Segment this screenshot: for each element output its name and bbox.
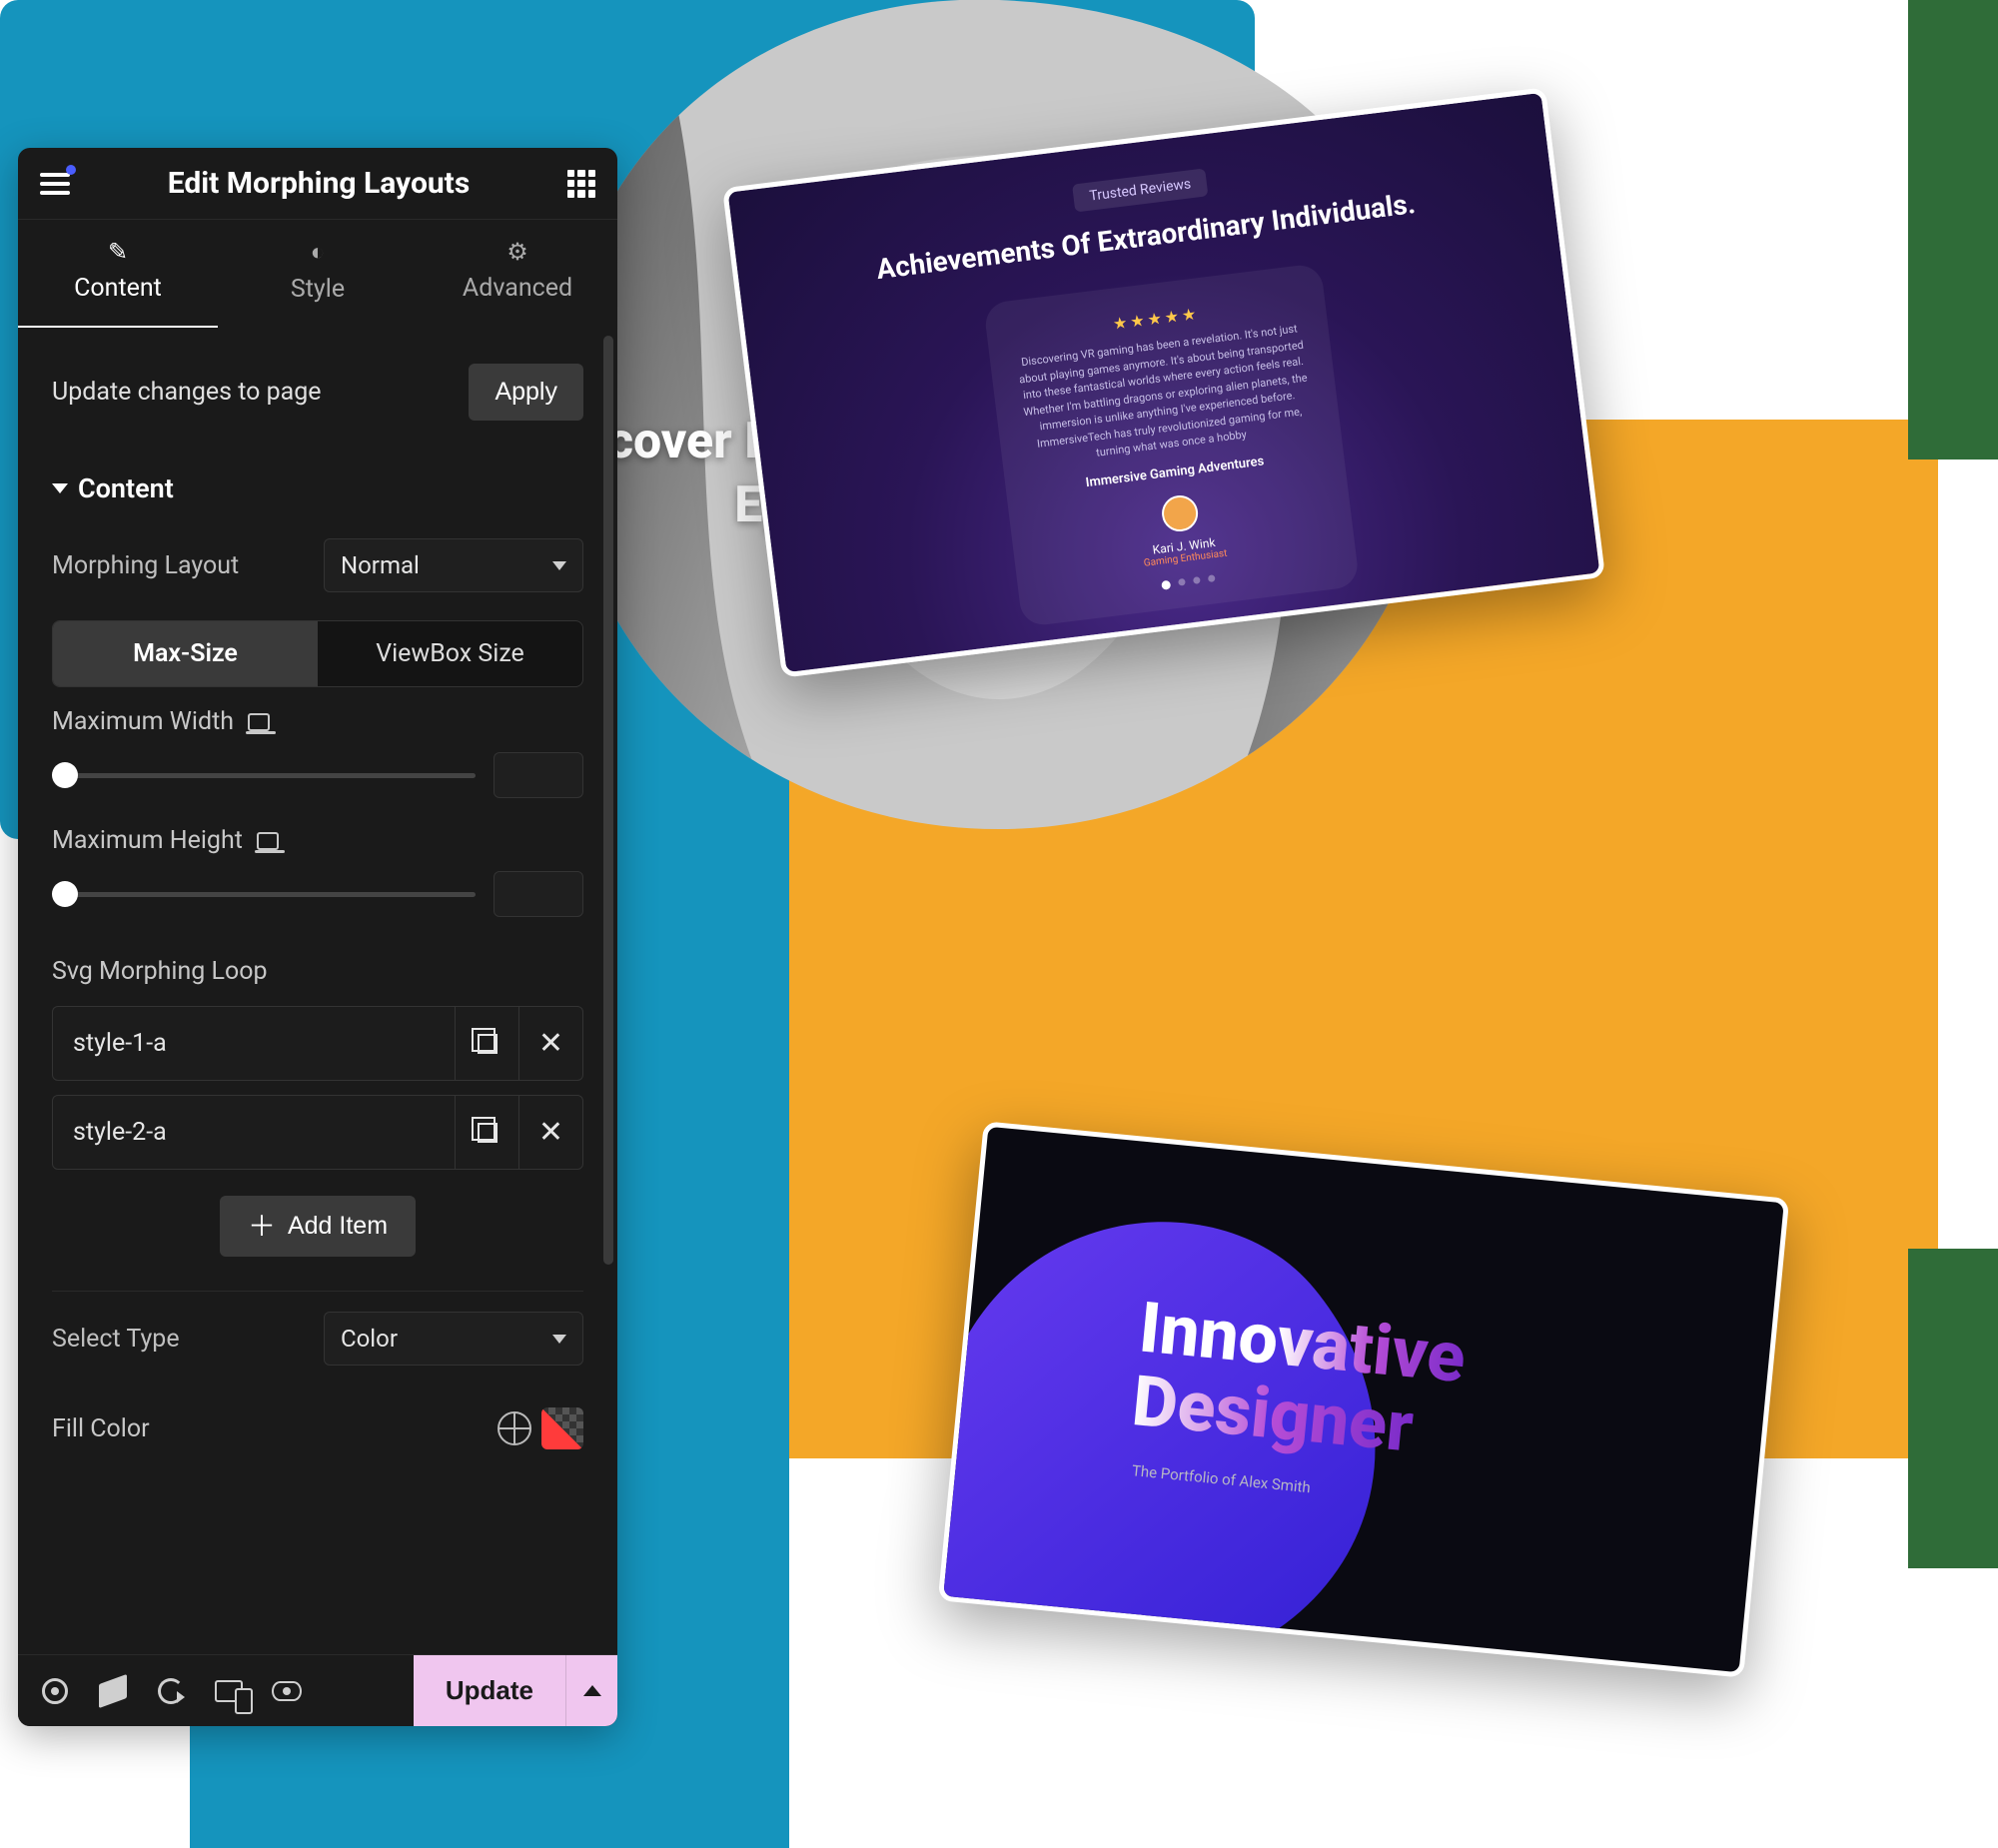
pencil-icon: ✎ bbox=[18, 238, 218, 266]
footer-responsive-icon[interactable] bbox=[214, 1676, 244, 1706]
gear-icon: ⚙ bbox=[418, 238, 617, 266]
panel-tabs: ✎ Content ◐ Style ⚙ Advanced bbox=[18, 220, 617, 328]
fill-color-row: Fill Color bbox=[18, 1386, 617, 1471]
apps-grid-icon[interactable] bbox=[567, 170, 595, 198]
update-options-button[interactable] bbox=[565, 1655, 617, 1726]
chevron-down-icon bbox=[52, 483, 68, 493]
section-content-label: Content bbox=[78, 472, 174, 504]
tab-content[interactable]: ✎ Content bbox=[18, 220, 218, 328]
size-mode-segmented: Max-Size ViewBox Size bbox=[52, 620, 583, 687]
max-height-row: Maximum Height bbox=[18, 812, 617, 931]
designer-card: Innovative Designer The Portfolio of Ale… bbox=[938, 1121, 1789, 1677]
tab-content-label: Content bbox=[74, 274, 162, 303]
loop-item-1-duplicate[interactable] bbox=[455, 1007, 518, 1080]
footer-history-icon[interactable] bbox=[156, 1676, 186, 1706]
max-width-label: Maximum Width bbox=[52, 707, 234, 736]
footer-preview-icon[interactable] bbox=[272, 1676, 302, 1706]
dropdown-arrow-icon bbox=[552, 561, 566, 570]
chevron-up-icon bbox=[583, 1685, 601, 1696]
select-type-dropdown[interactable]: Color bbox=[324, 1312, 583, 1366]
editor-panel: Edit Morphing Layouts ✎ Content ◐ Style … bbox=[18, 148, 617, 1726]
color-swatch[interactable] bbox=[541, 1407, 583, 1449]
morphing-layout-row: Morphing Layout Normal bbox=[18, 518, 617, 612]
responsive-icon[interactable] bbox=[257, 832, 279, 850]
panel-scroll-area[interactable]: Update changes to page Apply Content Mor… bbox=[18, 328, 617, 1654]
morphing-layout-select[interactable]: Normal bbox=[324, 538, 583, 592]
loop-item-2-remove[interactable]: ✕ bbox=[518, 1096, 582, 1169]
max-width-slider[interactable] bbox=[52, 773, 476, 778]
max-height-slider[interactable] bbox=[52, 892, 476, 897]
footer-navigator-icon[interactable] bbox=[98, 1676, 128, 1706]
avatar bbox=[1160, 492, 1200, 532]
select-type-value: Color bbox=[341, 1325, 398, 1353]
testimonial-body-card: ★★★★★ Discovering VR gaming has been a r… bbox=[983, 263, 1360, 627]
apply-label: Update changes to page bbox=[52, 378, 322, 407]
seg-viewbox-size[interactable]: ViewBox Size bbox=[318, 621, 582, 686]
select-type-label: Select Type bbox=[52, 1325, 180, 1354]
tab-style-label: Style bbox=[291, 275, 345, 304]
tab-style[interactable]: ◐ Style bbox=[218, 220, 418, 328]
loop-item-2-label: style-2-a bbox=[53, 1096, 455, 1169]
update-button[interactable]: Update bbox=[414, 1655, 565, 1726]
copy-icon bbox=[478, 1123, 498, 1143]
contrast-icon: ◐ bbox=[218, 238, 418, 267]
apply-row: Update changes to page Apply bbox=[18, 340, 617, 445]
loop-item-1[interactable]: style-1-a ✕ bbox=[52, 1006, 583, 1081]
copy-icon bbox=[478, 1034, 498, 1054]
loop-item-2-duplicate[interactable] bbox=[455, 1096, 518, 1169]
loop-item-2[interactable]: style-2-a ✕ bbox=[52, 1095, 583, 1170]
morphing-layout-label: Morphing Layout bbox=[52, 551, 239, 580]
panel-footer: Update bbox=[18, 1654, 617, 1726]
responsive-icon[interactable] bbox=[248, 713, 270, 731]
seg-max-size[interactable]: Max-Size bbox=[53, 621, 318, 686]
tab-advanced-label: Advanced bbox=[463, 274, 572, 303]
panel-topbar: Edit Morphing Layouts bbox=[18, 148, 617, 220]
notification-dot-icon bbox=[66, 165, 76, 175]
testimonial-text: Discovering VR gaming has been a revelat… bbox=[1012, 320, 1320, 470]
panel-title: Edit Morphing Layouts bbox=[168, 166, 471, 201]
plus-icon: ＋ bbox=[248, 1213, 276, 1241]
dropdown-arrow-icon bbox=[552, 1335, 566, 1344]
loop-item-1-label: style-1-a bbox=[53, 1007, 455, 1080]
section-content-head[interactable]: Content bbox=[18, 445, 617, 518]
loop-item-1-remove[interactable]: ✕ bbox=[518, 1007, 582, 1080]
max-height-input[interactable] bbox=[494, 871, 583, 917]
menu-icon[interactable] bbox=[40, 173, 70, 195]
close-icon: ✕ bbox=[538, 1118, 563, 1148]
apply-button[interactable]: Apply bbox=[469, 364, 583, 421]
close-icon: ✕ bbox=[538, 1029, 563, 1059]
global-color-icon[interactable] bbox=[498, 1411, 531, 1445]
max-width-row: Maximum Width bbox=[18, 693, 617, 812]
select-type-row: Select Type Color bbox=[18, 1292, 617, 1386]
loop-section-label: Svg Morphing Loop bbox=[18, 931, 617, 992]
slider-thumb[interactable] bbox=[52, 881, 78, 907]
slider-thumb[interactable] bbox=[52, 762, 78, 788]
footer-settings-icon[interactable] bbox=[40, 1676, 70, 1706]
add-item-button[interactable]: ＋ Add Item bbox=[220, 1196, 416, 1257]
max-width-input[interactable] bbox=[494, 752, 583, 798]
tab-advanced[interactable]: ⚙ Advanced bbox=[418, 220, 617, 328]
testimonial-badge: Trusted Reviews bbox=[1072, 168, 1209, 212]
bg-green-block-bottom bbox=[1908, 1249, 1998, 1568]
add-item-label: Add Item bbox=[288, 1212, 388, 1241]
scrollbar[interactable] bbox=[603, 336, 613, 1265]
testimonial-card: Trusted Reviews Achievements Of Extraord… bbox=[722, 87, 1605, 677]
bg-green-block-top bbox=[1908, 0, 1998, 460]
morphing-layout-value: Normal bbox=[341, 551, 420, 579]
fill-color-label: Fill Color bbox=[52, 1414, 150, 1443]
max-height-label: Maximum Height bbox=[52, 826, 243, 855]
